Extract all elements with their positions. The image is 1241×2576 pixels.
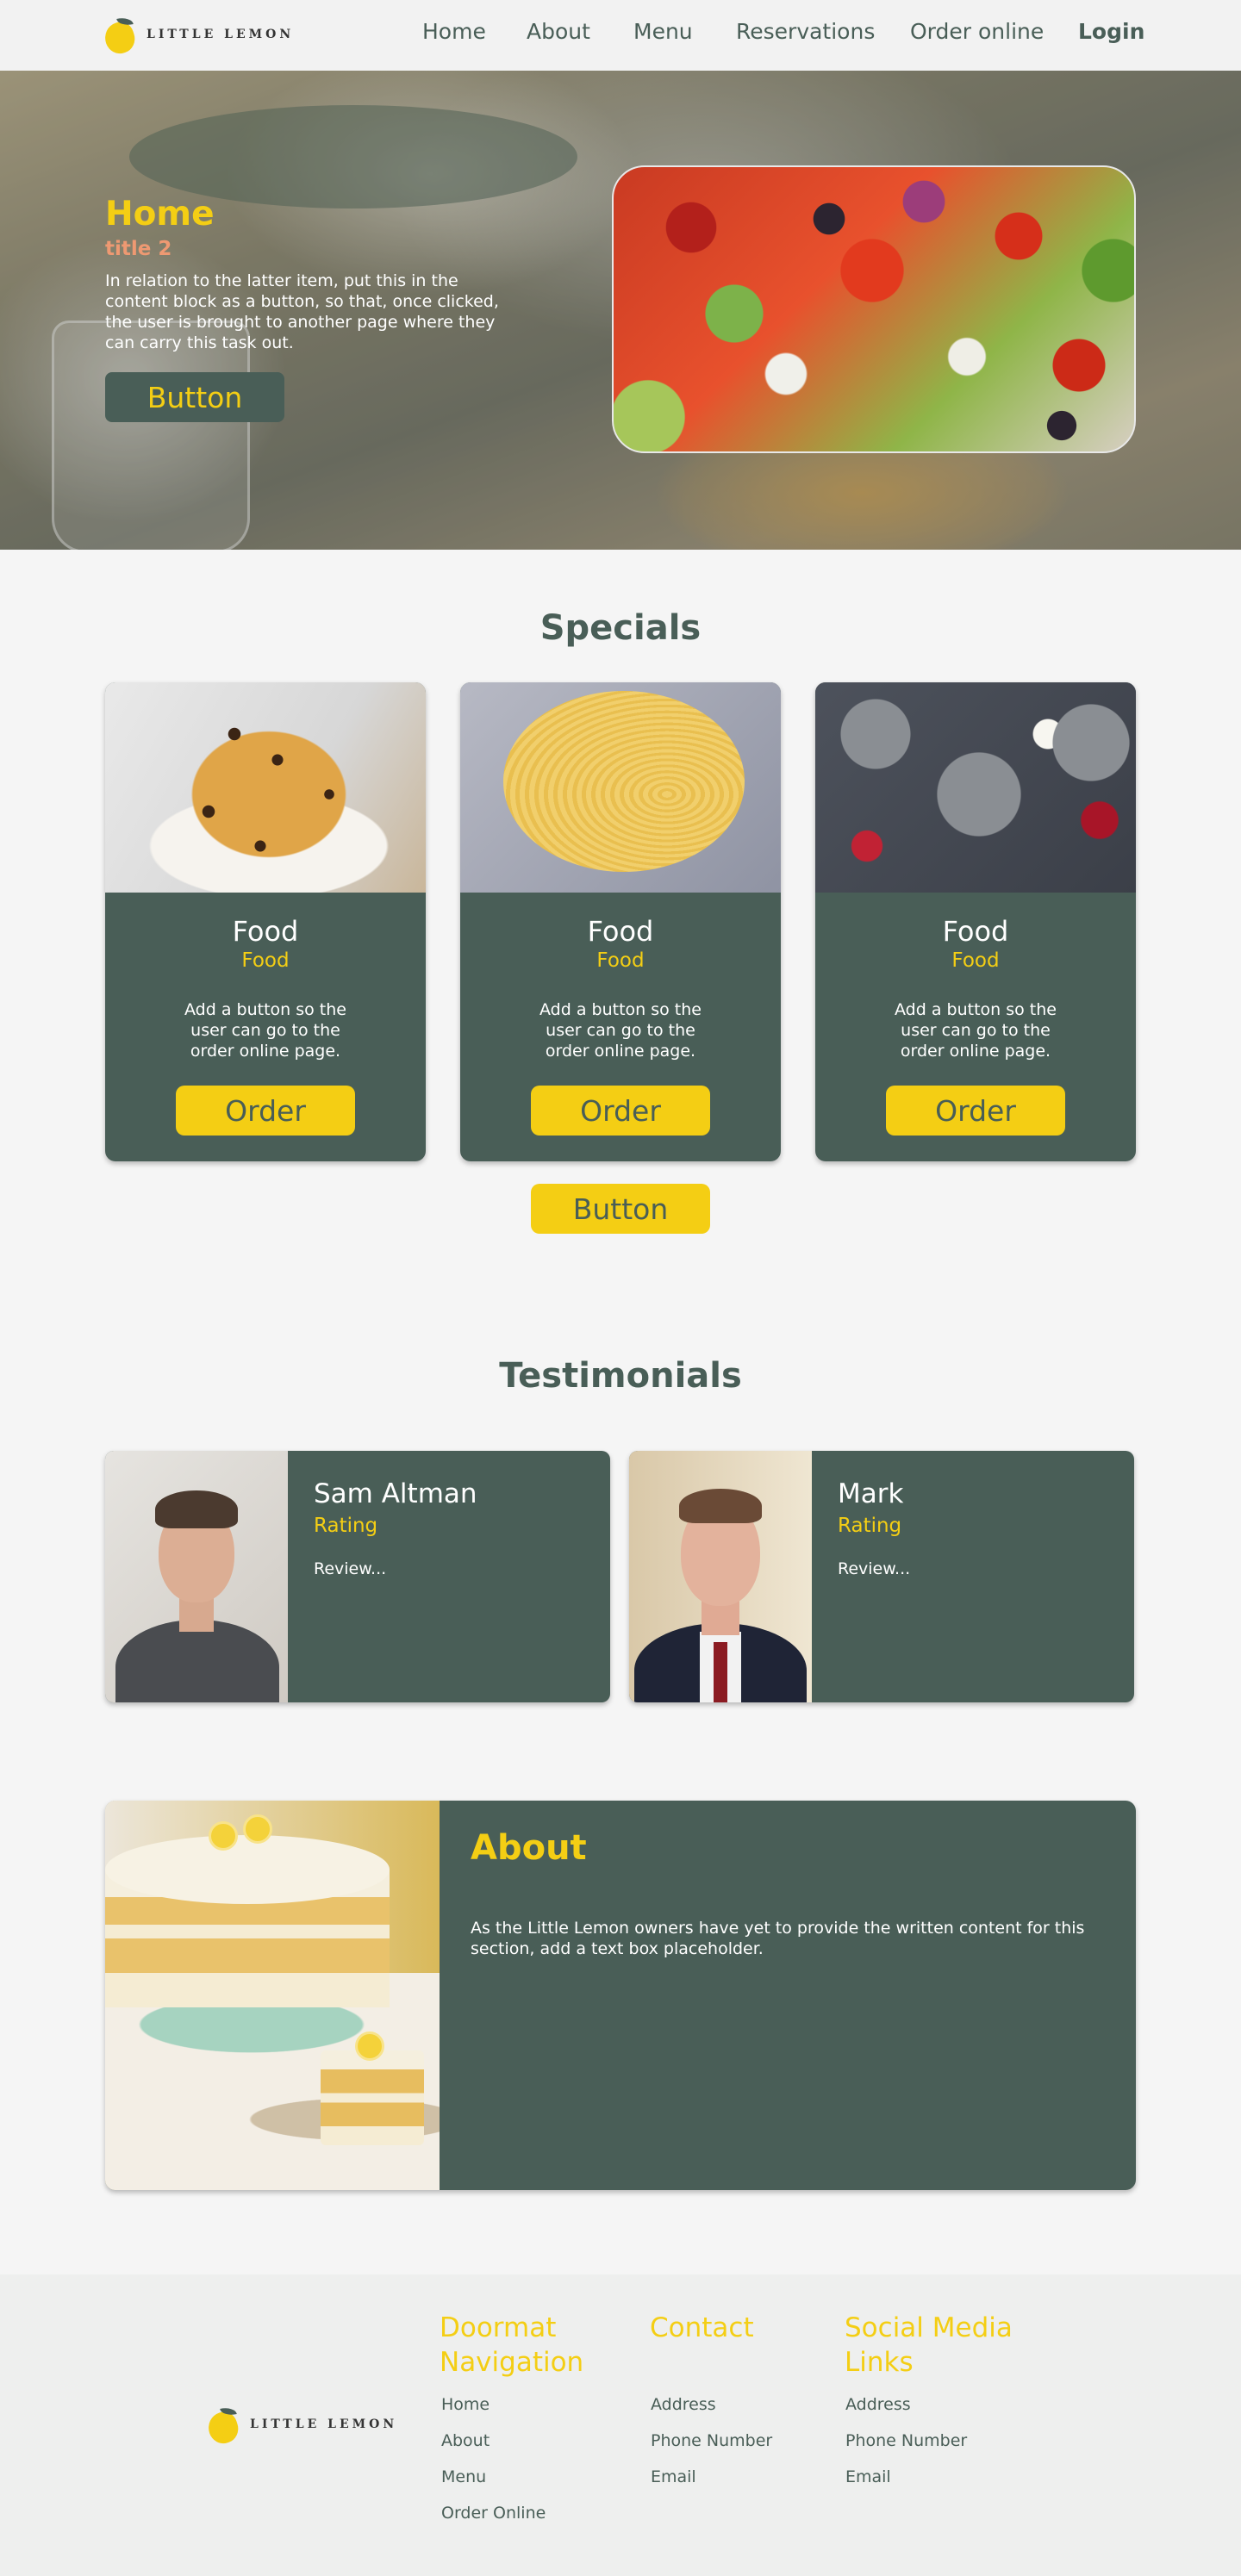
site-header: LITTLE LEMON Home About Menu Reservation… [0,0,1241,71]
card-title: Food [587,915,654,948]
card-subtitle: Food [596,949,645,972]
card-title: Food [232,915,299,948]
testimonial-review: Review... [314,1559,387,1578]
footer-nav-title: Doormat Navigation [440,2312,584,2378]
footer-contact-email[interactable]: Email [651,2467,696,2486]
footer-social-phone[interactable]: Phone Number [845,2431,967,2450]
card-subtitle: Food [951,949,1000,972]
order-button[interactable]: Order [886,1086,1065,1136]
nav-login[interactable]: Login [1078,19,1144,44]
testimonial-card: Sam Altman Rating Review... [105,1451,610,1702]
hero-text: In relation to the latter item, put this… [105,271,499,352]
about-section: About As the Little Lemon owners have ye… [105,1801,1136,2190]
footer-logo[interactable]: LITTLE LEMON [204,2405,398,2448]
testimonial-rating: Rating [838,1515,902,1537]
special-card: Food Food Add a button so the user can g… [105,682,426,1161]
testimonials-title: Testimonials [499,1356,742,1396]
lemon-cake-image [105,1801,440,2190]
testimonial-name: Sam Altman [314,1478,477,1509]
footer-logo-text: LITTLE LEMON [250,2417,398,2431]
footer-contact-phone[interactable]: Phone Number [651,2431,772,2450]
footer-contact-title: Contact [650,2312,754,2343]
special-card: Food Food Add a button so the user can g… [460,682,781,1161]
greek-salad-image [612,165,1136,453]
footer-link-about[interactable]: About [441,2431,490,2450]
hero-section: Home title 2 In relation to the latter i… [0,71,1241,550]
main-nav: Home About Menu Reservations Order onlin… [0,0,1241,71]
order-button[interactable]: Order [531,1086,710,1136]
card-text: Add a button so the user can go to the o… [895,1000,1057,1061]
avatar [105,1451,288,1702]
special-card: Food Food Add a button so the user can g… [815,682,1136,1161]
cake-slices-image [815,682,1136,893]
hero-button[interactable]: Button [105,372,284,422]
footer-link-menu[interactable]: Menu [441,2467,486,2486]
nav-order-online[interactable]: Order online [910,19,1044,44]
footer-link-home[interactable]: Home [441,2395,490,2414]
nav-home[interactable]: Home [422,19,486,44]
footer-contact-address[interactable]: Address [651,2395,716,2414]
testimonial-review: Review... [838,1559,911,1578]
blondie-bars-image [105,682,426,893]
order-button[interactable]: Order [176,1086,355,1136]
hero-subtitle: title 2 [105,238,172,260]
specials-title: Specials [539,608,702,648]
avatar [629,1451,812,1702]
card-title: Food [942,915,1009,948]
footer-link-order-online[interactable]: Order Online [441,2504,546,2523]
pasta-image [460,682,781,893]
testimonial-name: Mark [838,1478,904,1509]
card-text: Add a button so the user can go to the o… [184,1000,346,1061]
hero-title: Home [105,195,215,233]
card-subtitle: Food [241,949,290,972]
site-footer: LITTLE LEMON Doormat Navigation Home Abo… [0,2274,1241,2576]
testimonial-rating: Rating [314,1515,378,1537]
about-title: About [471,1828,587,1868]
footer-social-title: Social Media Links [845,2312,1013,2378]
lemon-icon [204,2405,242,2448]
testimonial-card: Mark Rating Review... [629,1451,1134,1702]
about-text: As the Little Lemon owners have yet to p… [471,1919,1085,1958]
nav-reservations[interactable]: Reservations [736,19,875,44]
footer-social-address[interactable]: Address [845,2395,911,2414]
footer-social-email[interactable]: Email [845,2467,891,2486]
card-text: Add a button so the user can go to the o… [539,1000,702,1061]
nav-menu[interactable]: Menu [633,19,693,44]
specials-button[interactable]: Button [531,1184,710,1234]
nav-about[interactable]: About [527,19,590,44]
